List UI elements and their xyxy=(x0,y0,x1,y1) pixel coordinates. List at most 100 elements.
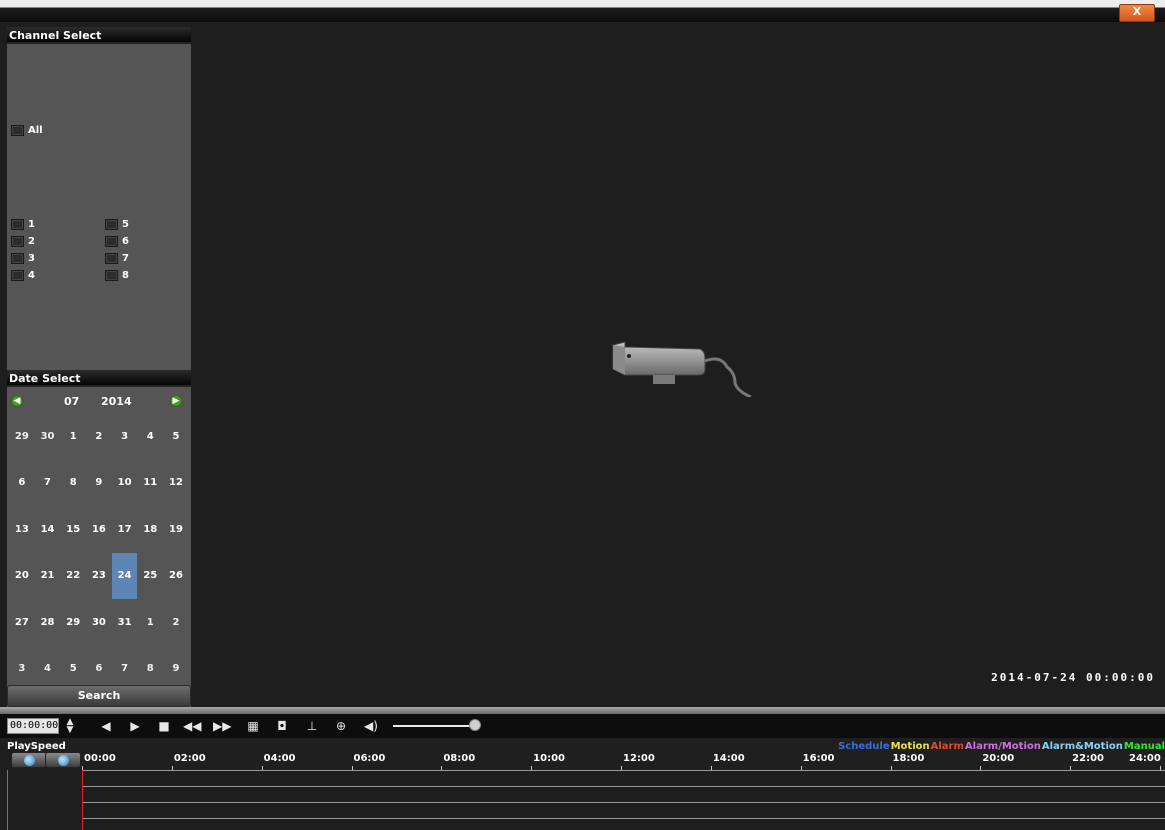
calendar-day[interactable]: 20 xyxy=(9,553,35,600)
calendar-day[interactable]: 29 xyxy=(60,599,86,646)
speed-down-button[interactable] xyxy=(11,752,47,768)
play-icon[interactable]: ▶ xyxy=(127,718,143,734)
calendar-grid: 29 30 1 2 3 4 5 6 7 8 9 10 11 12 13 14 15 16 17 18 19 20 21 22 2… xyxy=(9,413,189,692)
checkbox-box[interactable] xyxy=(105,270,118,281)
checkbox-box[interactable] xyxy=(11,236,24,247)
timeline-track[interactable] xyxy=(82,770,1165,771)
speed-up-icon xyxy=(58,755,69,766)
prev-month-icon[interactable]: ◀ xyxy=(11,395,23,407)
volume-slider-track[interactable] xyxy=(393,725,479,727)
hour-label: 08:00 xyxy=(443,753,476,764)
calendar-day[interactable]: 31 xyxy=(112,599,138,646)
calendar-day[interactable]: 17 xyxy=(112,506,138,553)
channel-6-checkbox[interactable]: 6 xyxy=(105,236,129,247)
calendar-day[interactable]: 2 xyxy=(86,413,112,460)
record-type-legend: ScheduleMotionAlarmAlarm/MotionAlarm&Mot… xyxy=(837,741,1165,752)
calendar-day[interactable]: 23 xyxy=(86,553,112,600)
playspeed-label: PlaySpeed xyxy=(7,741,66,752)
calendar-day[interactable]: 18 xyxy=(137,506,163,553)
next-month-icon[interactable]: ▶ xyxy=(170,395,182,407)
timeline-track[interactable] xyxy=(82,818,1165,819)
calendar-day[interactable]: 26 xyxy=(163,553,189,600)
channel-select-panel: All 1 2 3 4 5 6 7 8 xyxy=(7,44,191,366)
calendar-day[interactable]: 30 xyxy=(86,599,112,646)
search-button[interactable]: Search xyxy=(7,685,191,707)
video-timestamp: 2014-07-24 00:00:00 xyxy=(991,671,1155,684)
calendar-day[interactable]: 27 xyxy=(9,599,35,646)
calendar-day[interactable]: 24 xyxy=(111,552,138,599)
calendar-day[interactable]: 16 xyxy=(86,506,112,553)
calendar-day[interactable]: 10 xyxy=(112,460,138,507)
hour-label: 16:00 xyxy=(802,753,835,764)
channel-all-checkbox[interactable]: All xyxy=(11,125,43,136)
calendar-day[interactable]: 1 xyxy=(60,413,86,460)
fast-forward-icon[interactable]: ▶▶ xyxy=(213,718,231,734)
calendar-day[interactable]: 14 xyxy=(35,506,61,553)
channel-3-checkbox[interactable]: 3 xyxy=(11,253,35,264)
channel-2-checkbox[interactable]: 2 xyxy=(11,236,35,247)
close-button[interactable]: X xyxy=(1119,4,1155,22)
channel-5-checkbox[interactable]: 5 xyxy=(105,219,129,230)
calendar-day[interactable]: 13 xyxy=(9,506,35,553)
checkbox-box[interactable] xyxy=(105,219,118,230)
calendar-day[interactable]: 7 xyxy=(35,460,61,507)
checkbox-label: 5 xyxy=(122,219,129,230)
calendar-day[interactable]: 21 xyxy=(35,553,61,600)
speed-up-button[interactable] xyxy=(45,752,81,768)
checkbox-box[interactable] xyxy=(105,236,118,247)
download-icon[interactable]: ⊥ xyxy=(304,718,320,734)
checkbox-label: 3 xyxy=(28,253,35,264)
calendar-day[interactable]: 30 xyxy=(35,413,61,460)
timeline-panel: PlaySpeed ScheduleMotionAlarmAlarm/Motio… xyxy=(0,738,1165,830)
calendar-day[interactable]: 29 xyxy=(9,413,35,460)
rewind-icon[interactable]: ◀◀ xyxy=(183,718,201,734)
calendar-day[interactable]: 1 xyxy=(137,599,163,646)
calendar-day[interactable]: 15 xyxy=(60,506,86,553)
checkbox-box[interactable] xyxy=(11,219,24,230)
calendar-day[interactable]: 19 xyxy=(163,506,189,553)
calendar-day[interactable]: 12 xyxy=(163,460,189,507)
checkbox-box[interactable] xyxy=(105,253,118,264)
checkbox-box[interactable] xyxy=(11,270,24,281)
calendar-day[interactable]: 8 xyxy=(60,460,86,507)
calendar-day[interactable]: 22 xyxy=(60,553,86,600)
zoom-icon[interactable]: ⊕ xyxy=(333,718,349,734)
calendar-day[interactable]: 28 xyxy=(35,599,61,646)
calendar-day[interactable]: 11 xyxy=(137,460,163,507)
stop-icon[interactable]: ■ xyxy=(156,718,172,734)
time-stepper-icon[interactable]: ▲ ▼ xyxy=(62,718,78,735)
hour-label: 06:00 xyxy=(353,753,386,764)
clip-icon[interactable]: ◘ xyxy=(273,718,291,734)
video-display[interactable]: 2014-07-24 00:00:00 xyxy=(193,27,1165,707)
speed-down-icon xyxy=(24,755,35,766)
volume-icon[interactable]: ◀) xyxy=(363,718,379,734)
snapshot-icon[interactable]: ▦ xyxy=(245,718,261,734)
calendar-day[interactable]: 5 xyxy=(163,413,189,460)
channel-8-checkbox[interactable]: 8 xyxy=(105,270,129,281)
playback-controls: 00:00:00 ▲ ▼ ◀ ▶ ■ ◀◀ ▶▶ ▦ ◘ ⊥ ⊕ ◀) xyxy=(0,714,1165,738)
calendar-day[interactable]: 9 xyxy=(86,460,112,507)
checkbox-box[interactable] xyxy=(11,125,24,136)
divider-bar xyxy=(0,707,1165,714)
left-panel: Channel Select All 1 2 3 4 5 6 7 8 Date … xyxy=(7,27,191,707)
legend-item: Alarm/Motion xyxy=(964,741,1041,752)
timeline-track[interactable] xyxy=(82,802,1165,803)
timeline-track[interactable] xyxy=(82,786,1165,787)
channel-4-checkbox[interactable]: 4 xyxy=(11,270,35,281)
step-back-icon[interactable]: ◀ xyxy=(98,718,114,734)
time-input[interactable]: 00:00:00 xyxy=(7,718,59,734)
calendar-day[interactable]: 3 xyxy=(112,413,138,460)
timeline-cursor[interactable] xyxy=(82,770,83,830)
calendar-day[interactable]: 6 xyxy=(9,460,35,507)
checkbox-label: All xyxy=(28,125,43,136)
channel-1-checkbox[interactable]: 1 xyxy=(11,219,35,230)
title-bar: X xyxy=(0,0,1165,22)
calendar-day[interactable]: 4 xyxy=(137,413,163,460)
legend-item: Alarm xyxy=(930,741,964,752)
volume-slider-handle[interactable] xyxy=(468,719,481,731)
calendar-day[interactable]: 2 xyxy=(163,599,189,646)
calendar-day[interactable]: 25 xyxy=(137,553,163,600)
channel-7-checkbox[interactable]: 7 xyxy=(105,253,129,264)
checkbox-box[interactable] xyxy=(11,253,24,264)
camera-icon xyxy=(612,341,752,397)
